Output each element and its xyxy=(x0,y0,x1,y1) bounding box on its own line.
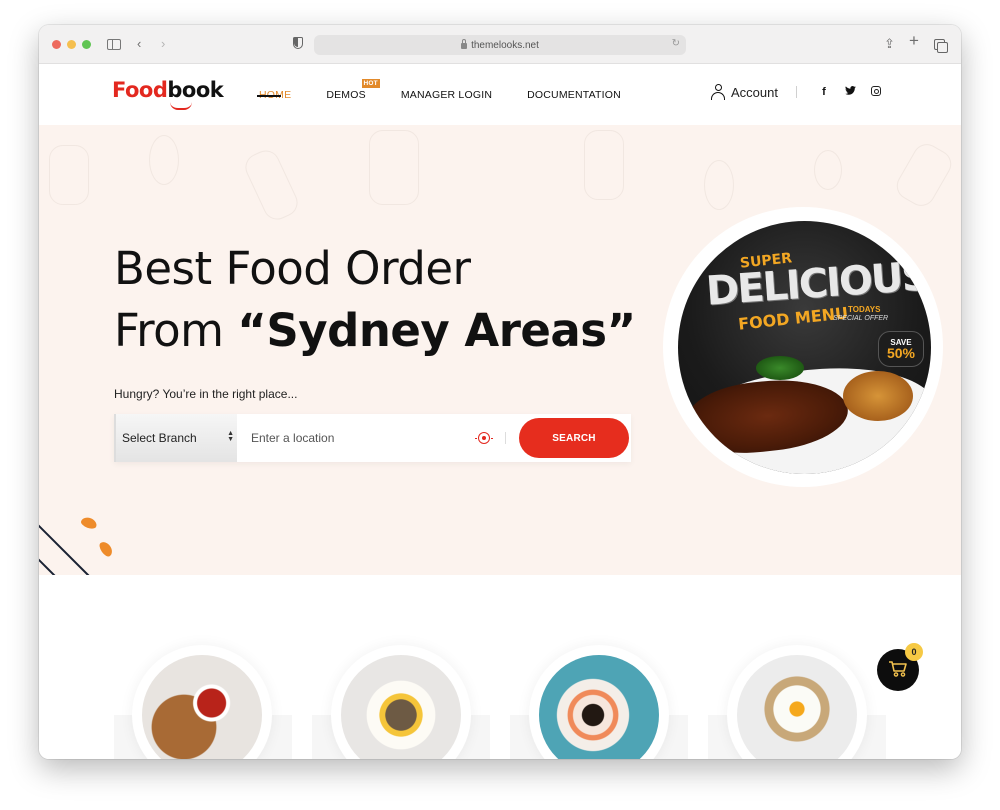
select-arrows-icon: ▲ ▼ xyxy=(227,430,234,443)
stripe-decoration xyxy=(39,505,119,575)
shield-icon[interactable] xyxy=(293,37,303,49)
promo-special-offer: SPECIAL OFFER xyxy=(833,315,889,322)
hero-title: Best Food Order From “Sydney Areas” xyxy=(114,238,636,362)
account-link[interactable]: Account xyxy=(731,85,778,100)
category-image xyxy=(142,655,262,759)
plus-icon[interactable]: + xyxy=(909,32,919,49)
window-controls xyxy=(52,40,91,49)
location-input[interactable] xyxy=(237,415,467,461)
nav-item-manager-login[interactable]: Manager Login xyxy=(401,89,492,101)
url-text: themelooks.net xyxy=(471,39,539,51)
main-nav: Home Demos HOT Manager Login Documentati… xyxy=(256,79,656,101)
twitter-icon[interactable] xyxy=(845,86,856,98)
doodle-decoration xyxy=(49,145,89,205)
browser-toolbar: ‹ › themelooks.net ↻ ⇪ + xyxy=(39,25,961,64)
hero-title-location: “Sydney Areas” xyxy=(237,304,636,357)
share-icon[interactable]: ⇪ xyxy=(884,36,895,52)
search-form: Select Branch ▲▼ SEARCH xyxy=(114,414,631,462)
promo-todays: TODAYS xyxy=(848,305,881,314)
nav-item-home[interactable]: Home xyxy=(256,89,291,101)
chevron-right-icon[interactable]: › xyxy=(161,36,165,52)
doodle-decoration xyxy=(149,135,179,185)
nav-item-demos-label: Demos xyxy=(326,89,366,101)
nav-item-demos[interactable]: Demos HOT xyxy=(326,79,380,101)
category-item[interactable] xyxy=(331,645,471,759)
logo-text-book: book xyxy=(167,78,224,102)
header-actions: Account f xyxy=(711,84,889,100)
sidebar-icon[interactable] xyxy=(107,39,121,50)
cart-button[interactable]: 0 xyxy=(877,643,923,691)
nav-item-documentation[interactable]: Documentation xyxy=(527,89,621,101)
category-image xyxy=(737,655,857,759)
logo-text-food: Food xyxy=(112,78,168,102)
maximize-window-button[interactable] xyxy=(82,40,91,49)
category-image xyxy=(341,655,461,759)
doodle-decoration xyxy=(814,150,842,190)
address-bar[interactable]: themelooks.net ↻ xyxy=(314,35,686,55)
user-icon[interactable] xyxy=(711,84,726,100)
doodle-decoration xyxy=(369,130,419,205)
doodle-decoration xyxy=(704,160,734,210)
doodle-decoration xyxy=(240,145,303,225)
logo-smile-icon xyxy=(170,102,192,110)
site-header: Foodbook Home Demos HOT Manager Login Do… xyxy=(39,64,961,125)
divider xyxy=(505,432,506,444)
minimize-window-button[interactable] xyxy=(67,40,76,49)
divider xyxy=(796,86,797,98)
tabs-overview-icon[interactable] xyxy=(934,36,948,53)
promo-save-badge: SAVE 50% xyxy=(878,331,924,367)
hero-subtitle: Hungry? You’re in the right place... xyxy=(114,387,298,401)
doodle-decoration xyxy=(891,139,957,211)
search-button[interactable]: SEARCH xyxy=(519,418,629,458)
logo[interactable]: Foodbook xyxy=(112,78,224,110)
chevron-left-icon[interactable]: ‹ xyxy=(137,36,141,52)
branch-select[interactable]: Select Branch ▲ ▼ xyxy=(114,414,237,462)
branch-select-value: Select Branch xyxy=(122,431,197,445)
category-item[interactable] xyxy=(132,645,272,759)
hero-title-line2-prefix: From xyxy=(114,304,238,357)
facebook-icon[interactable]: f xyxy=(819,86,829,98)
hero-image-frame: SUPER DELICIOUS FOOD MENU TODAYS SPECIAL… xyxy=(663,207,943,487)
category-image xyxy=(539,655,659,759)
cart-count-badge: 0 xyxy=(905,643,923,661)
food-categories xyxy=(39,575,961,759)
category-item[interactable] xyxy=(529,645,669,759)
lock-icon xyxy=(461,39,468,49)
cart-icon xyxy=(889,661,907,677)
browser-window: ‹ › themelooks.net ↻ ⇪ + Foodbook Home D… xyxy=(39,25,961,759)
potato-shape xyxy=(843,371,913,421)
close-window-button[interactable] xyxy=(52,40,61,49)
reload-icon[interactable]: ↻ xyxy=(672,38,680,49)
instagram-icon[interactable] xyxy=(871,85,881,99)
hero-promo-image: SUPER DELICIOUS FOOD MENU TODAYS SPECIAL… xyxy=(678,221,931,474)
doodle-decoration xyxy=(584,130,624,200)
hero-title-line1: Best Food Order xyxy=(114,242,471,295)
category-item[interactable] xyxy=(727,645,867,759)
greens-shape xyxy=(756,356,804,380)
hot-badge: HOT xyxy=(361,79,380,88)
promo-save-value: 50% xyxy=(886,345,916,361)
hero-section: Best Food Order From “Sydney Areas” Hung… xyxy=(39,125,961,575)
locate-me-icon[interactable] xyxy=(475,432,493,444)
